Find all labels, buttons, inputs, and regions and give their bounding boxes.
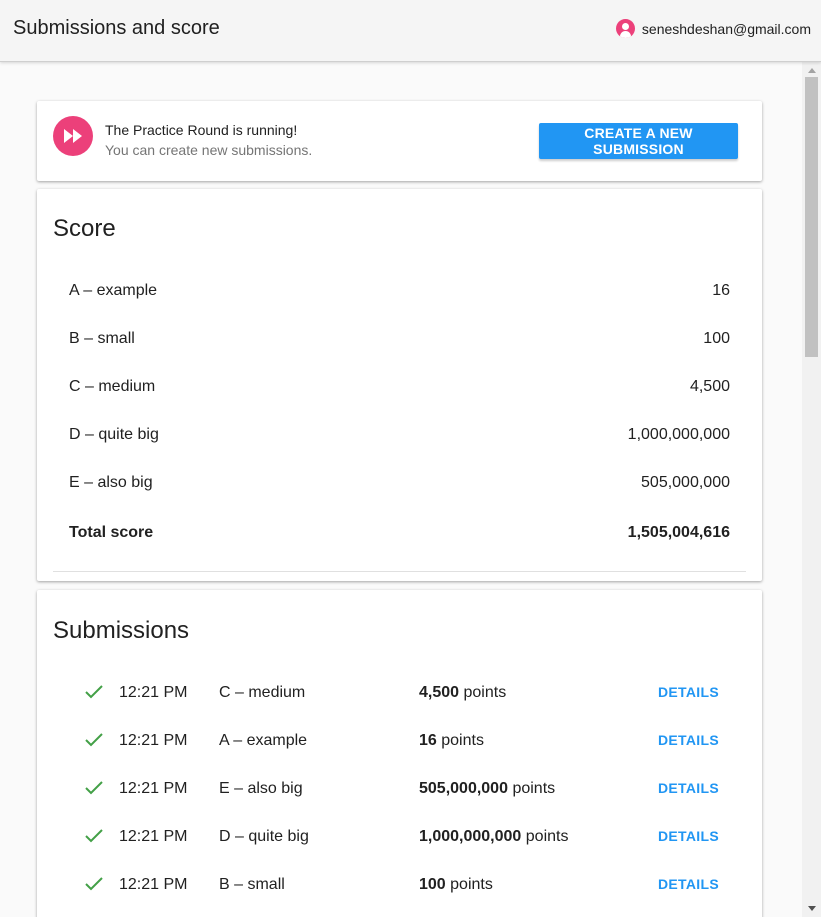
account-email: seneshdeshan@gmail.com xyxy=(641,20,811,37)
score-row-label: A – example xyxy=(69,282,158,299)
scroll-down-arrow-icon[interactable] xyxy=(808,906,816,911)
details-button[interactable]: DETAILS xyxy=(658,684,719,700)
score-row-value: 16 xyxy=(712,282,730,299)
submission-row: 12:21 PM C – medium 4,500 points DETAILS xyxy=(37,670,762,718)
score-row-label: B – small xyxy=(69,330,135,347)
submission-points: 505,000,000 points xyxy=(419,780,556,797)
check-icon xyxy=(84,732,104,753)
submission-points: 4,500 points xyxy=(419,684,507,701)
score-row-value: 4,500 xyxy=(689,378,730,395)
score-row: C – medium 4,500 xyxy=(69,364,730,412)
submission-row: 12:21 PM E – also big 505,000,000 points… xyxy=(37,766,762,814)
submission-task: C – medium xyxy=(219,684,306,701)
details-button[interactable]: DETAILS xyxy=(658,780,719,796)
submission-points: 100 points xyxy=(419,876,493,893)
scrollbar-thumb[interactable] xyxy=(805,77,818,357)
round-status-subline: You can create new submissions. xyxy=(105,142,313,158)
total-score-row: Total score 1,505,004,616 xyxy=(69,510,730,558)
score-row-label: E – also big xyxy=(69,474,153,491)
submission-points: 16 points xyxy=(419,732,484,749)
submission-task: D – quite big xyxy=(219,828,309,845)
score-row-label: D – quite big xyxy=(69,426,159,443)
total-score-value: 1,505,004,616 xyxy=(627,524,730,541)
total-score-label: Total score xyxy=(69,524,154,541)
score-row: E – also big 505,000,000 xyxy=(69,460,730,508)
submission-time: 12:21 PM xyxy=(119,684,188,701)
score-row: A – example 16 xyxy=(69,268,730,316)
details-button[interactable]: DETAILS xyxy=(658,732,719,748)
check-icon xyxy=(84,876,104,897)
account-menu[interactable]: seneshdeshan@gmail.com xyxy=(615,19,811,38)
submission-time: 12:21 PM xyxy=(119,876,188,893)
check-icon xyxy=(84,684,104,705)
submission-time: 12:21 PM xyxy=(119,828,188,845)
submissions-title: Submissions xyxy=(53,617,190,644)
check-icon xyxy=(84,780,104,801)
submissions-card: Submissions 12:21 PM C – medium 4,500 po… xyxy=(37,590,762,917)
score-row: D – quite big 1,000,000,000 xyxy=(69,412,730,460)
account-circle-icon xyxy=(615,19,635,38)
submission-row: 12:21 PM A – example 16 points DETAILS xyxy=(37,718,762,766)
submission-task: A – example xyxy=(219,732,308,749)
submission-time: 12:21 PM xyxy=(119,780,188,797)
score-row-value: 100 xyxy=(703,330,730,347)
submission-row: 12:21 PM B – small 100 points DETAILS xyxy=(37,862,762,910)
score-row: B – small 100 xyxy=(69,316,730,364)
submission-task: B – small xyxy=(219,876,285,893)
round-status-headline: The Practice Round is running! xyxy=(105,122,298,138)
check-icon xyxy=(84,828,104,849)
main-content: The Practice Round is running! You can c… xyxy=(0,62,821,917)
score-row-value: 1,000,000,000 xyxy=(627,426,730,443)
score-row-value: 505,000,000 xyxy=(641,474,730,491)
submission-row: 12:21 PM D – quite big 1,000,000,000 poi… xyxy=(37,814,762,862)
details-button[interactable]: DETAILS xyxy=(658,828,719,844)
app-bar: Submissions and score seneshdeshan@gmail… xyxy=(0,0,821,62)
score-title: Score xyxy=(53,215,116,242)
score-row-label: C – medium xyxy=(69,378,156,395)
score-card: Score A – example 16 B – small 100 C – m… xyxy=(37,189,762,581)
fast-forward-icon xyxy=(53,116,93,156)
submission-time: 12:21 PM xyxy=(119,732,188,749)
vertical-scrollbar[interactable] xyxy=(802,62,821,917)
page-title: Submissions and score xyxy=(13,17,220,39)
scroll-up-arrow-icon[interactable] xyxy=(808,68,816,73)
submission-task: E – also big xyxy=(219,780,303,797)
round-status-card: The Practice Round is running! You can c… xyxy=(37,101,762,181)
submission-points: 1,000,000,000 points xyxy=(419,828,569,845)
create-submission-button[interactable]: CREATE A NEW SUBMISSION xyxy=(539,123,738,159)
score-divider xyxy=(53,571,746,572)
details-button[interactable]: DETAILS xyxy=(658,876,719,892)
